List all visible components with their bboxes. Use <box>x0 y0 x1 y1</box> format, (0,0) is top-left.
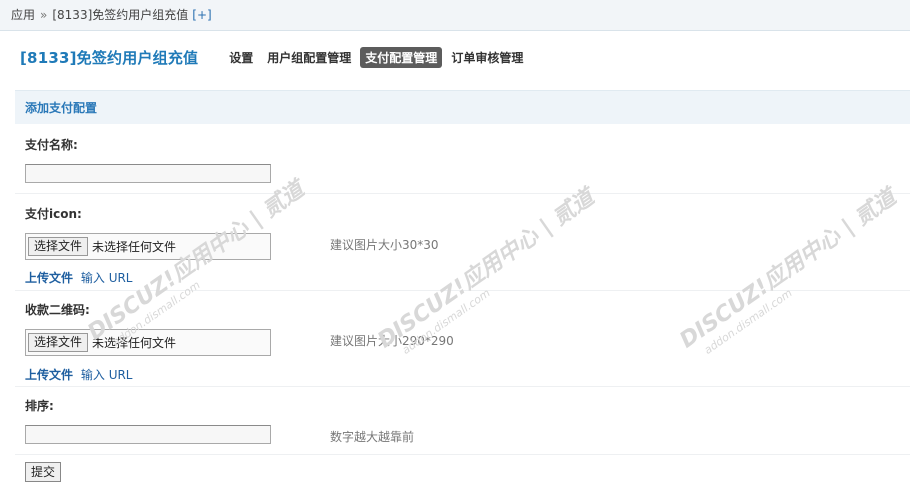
watermark-sub: 贰道 <box>850 185 901 231</box>
qrcode-upload-file-link[interactable]: 上传文件 <box>25 368 73 382</box>
qrcode-file-status: 未选择任何文件 <box>92 336 177 350</box>
submit-button[interactable]: 提交 <box>25 462 62 482</box>
plugin-header: [8133]免签约用户组充值 设置 用户组配置管理 支付配置管理 订单审核管理 <box>20 45 532 69</box>
qrcode-input-url-link[interactable]: 输入 URL <box>81 368 133 382</box>
breadcrumb-add-link[interactable]: [+] <box>192 8 211 22</box>
icon-file-status: 未选择任何文件 <box>92 240 177 254</box>
breadcrumb-current: [8133]免签约用户组充值 <box>52 8 189 22</box>
watermark-url: addon.dismall.com <box>701 286 795 357</box>
icon-input-url-link[interactable]: 输入 URL <box>81 271 133 285</box>
tab-usergroup-config[interactable]: 用户组配置管理 <box>262 47 356 68</box>
watermark-sub: 贰道 <box>548 185 599 231</box>
tab-payment-config[interactable]: 支付配置管理 <box>360 46 443 68</box>
qrcode-choose-file-button[interactable]: 选择文件 <box>28 333 89 352</box>
breadcrumb-root[interactable]: 应用 <box>11 8 35 22</box>
watermark-sub: 贰道 <box>258 177 309 223</box>
qrcode-file-input[interactable]: 选择文件 未选择任何文件 <box>25 329 271 356</box>
qrcode-label: 收款二维码: <box>25 303 90 317</box>
watermark-url: addon.dismall.com <box>109 278 203 349</box>
row-divider <box>15 386 910 387</box>
icon-input-text: 输入 <box>80 271 105 285</box>
breadcrumb-separator: » <box>40 8 48 22</box>
breadcrumb: 应用 » [8133]免签约用户组充值 [+] <box>0 0 910 31</box>
row-divider <box>15 454 910 455</box>
plugin-title: [8133]免签约用户组充值 <box>20 48 199 67</box>
icon-file-input[interactable]: 选择文件 未选择任何文件 <box>25 233 271 260</box>
watermark-brand: DISCUZ! <box>675 274 774 354</box>
row-divider <box>15 290 910 291</box>
watermark-cn: 应用中心 <box>759 223 846 295</box>
icon-upload-links: 上传文件 输入 URL <box>25 269 133 286</box>
icon-url-text: URL <box>108 271 133 285</box>
payment-icon-label: 支付icon: <box>25 207 82 221</box>
row-divider <box>15 193 910 194</box>
qrcode-upload-links: 上传文件 输入 URL <box>25 366 133 383</box>
sort-input[interactable] <box>25 425 271 444</box>
tab-order-review[interactable]: 订单审核管理 <box>446 47 528 68</box>
qrcode-input-text: 输入 <box>80 368 105 382</box>
tab-settings[interactable]: 设置 <box>224 47 258 68</box>
sort-label: 排序: <box>25 399 54 413</box>
qrcode-url-text: URL <box>108 368 133 382</box>
icon-choose-file-button[interactable]: 选择文件 <box>28 237 89 256</box>
icon-upload-file-link[interactable]: 上传文件 <box>25 271 73 285</box>
watermark: DISCUZ!应用中心 | 贰道 addon.dismall.com <box>672 180 909 365</box>
section-title: 添加支付配置 <box>15 90 910 124</box>
payment-name-label: 支付名称: <box>25 138 78 152</box>
payment-name-input[interactable] <box>25 164 271 183</box>
sort-tip: 数字越大越靠前 <box>330 430 415 444</box>
watermark-cn: 应用中心 <box>457 223 544 295</box>
qrcode-size-tip: 建议图片大小290*290 <box>330 334 454 348</box>
icon-size-tip: 建议图片大小30*30 <box>330 238 439 252</box>
